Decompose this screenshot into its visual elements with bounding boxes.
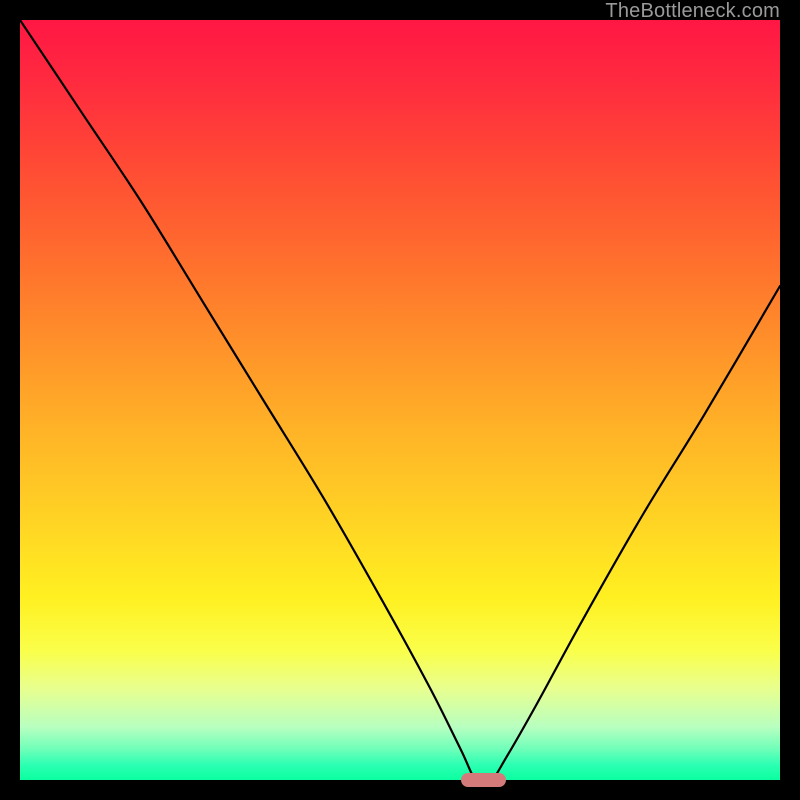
chart-frame: TheBottleneck.com [0,0,800,800]
plot-area [20,20,780,780]
optimal-range-marker [461,773,507,787]
watermark-text: TheBottleneck.com [605,0,780,23]
bottleneck-curve [20,20,780,780]
curve-svg [20,20,780,780]
